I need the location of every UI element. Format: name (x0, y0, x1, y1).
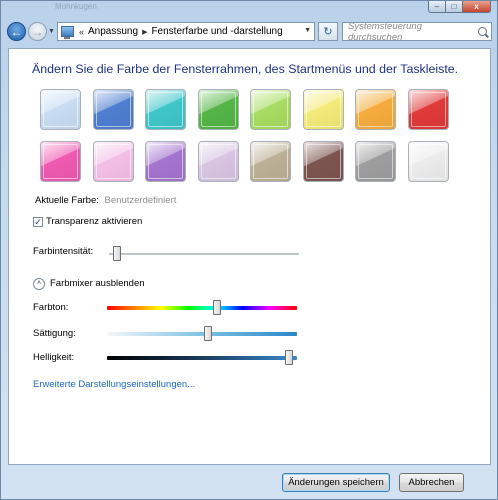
color-swatch-limone[interactable] (250, 89, 291, 130)
back-button[interactable]: ← (7, 22, 26, 41)
breadcrumb-item-anpassung[interactable]: Anpassung (88, 26, 138, 37)
brightness-slider-thumb[interactable] (285, 350, 294, 365)
address-dropdown-icon[interactable]: ▼ (304, 27, 311, 34)
color-swatch-taupe[interactable] (250, 141, 291, 182)
color-swatch-frost[interactable] (407, 141, 449, 182)
saturation-slider-track[interactable] (107, 332, 297, 336)
control-panel-window: Mohnkugen – □ x ← → ▼ « Anpassung ▶ Fens… (0, 0, 498, 500)
minimize-button[interactable]: – (428, 1, 446, 13)
brightness-slider-track[interactable] (107, 356, 297, 360)
search-icon[interactable] (478, 27, 487, 36)
hue-slider-track[interactable] (107, 306, 297, 310)
save-button[interactable]: Änderungen speichern (282, 473, 390, 492)
window-controls: – □ x (428, 1, 491, 14)
forward-button[interactable]: → (28, 22, 47, 41)
window-title: Mohnkugen (55, 2, 97, 11)
search-input[interactable]: Systemsteuerung durchsuchen (342, 20, 492, 43)
search-placeholder: Systemsteuerung durchsuchen (348, 20, 422, 43)
hue-slider-thumb[interactable] (213, 300, 222, 315)
color-swatch-fuchsie[interactable] (40, 141, 81, 182)
control-panel-icon (61, 26, 74, 39)
breadcrumb-arrow-icon[interactable]: ▶ (142, 28, 147, 36)
color-swatch-meer[interactable] (145, 89, 186, 130)
navigation-bar: ← → ▼ « Anpassung ▶ Fensterfarbe und -da… (1, 18, 497, 46)
color-swatch-ruby[interactable] (407, 89, 449, 130)
close-button[interactable]: x (463, 1, 491, 13)
current-color: Aktuelle Farbe: Benutzerdefiniert (35, 195, 176, 206)
intensity-slider-track[interactable] (109, 253, 299, 256)
address-bar[interactable]: « Anpassung ▶ Fensterfarbe und -darstell… (57, 22, 315, 41)
collapse-mixer-icon[interactable]: ˄ (33, 278, 45, 290)
transparency-checkbox[interactable]: ✓ (33, 217, 43, 227)
color-swatch-schiefer[interactable] (355, 141, 396, 182)
current-color-label: Aktuelle Farbe: (35, 195, 99, 206)
color-swatch-twilight[interactable] (92, 89, 134, 130)
intensity-label: Farbintensität: (33, 246, 94, 257)
breadcrumb-overflow[interactable]: « (79, 27, 84, 37)
brightness-label: Helligkeit: (33, 352, 75, 363)
refresh-button[interactable]: ↻ (318, 22, 338, 41)
recent-pages-dropdown[interactable]: ▼ (48, 28, 55, 35)
transparency-label[interactable]: Transparenz aktivieren (46, 216, 142, 227)
color-swatch-zitrone[interactable] (302, 89, 344, 130)
color-swatch-violett[interactable] (145, 141, 186, 182)
saturation-slider-thumb[interactable] (203, 326, 212, 341)
color-swatch-blush[interactable] (92, 141, 134, 182)
color-swatch-schokolade[interactable] (302, 141, 344, 182)
color-swatch-mandarine[interactable] (355, 89, 396, 130)
mixer-toggle-label[interactable]: Farbmixer ausblenden (50, 278, 145, 289)
advanced-settings-link[interactable]: Erweiterte Darstellungseinstellungen... (33, 379, 195, 390)
hue-label: Farbton: (33, 302, 69, 313)
page-title: Ändern Sie die Farbe der Fensterrahmen, … (32, 62, 459, 76)
title-bar: Mohnkugen – □ x (1, 1, 497, 15)
intensity-slider-thumb[interactable] (112, 246, 121, 261)
current-color-value: Benutzerdefiniert (104, 195, 177, 206)
breadcrumb-item-current[interactable]: Fensterfarbe und -darstellung (151, 26, 282, 37)
cancel-button[interactable]: Abbrechen (399, 473, 464, 492)
saturation-label: Sättigung: (33, 328, 76, 339)
color-swatch-himmel[interactable] (40, 89, 81, 130)
main-panel: Ändern Sie die Farbe der Fensterrahmen, … (8, 48, 491, 465)
maximize-button[interactable]: □ (446, 1, 463, 13)
color-swatch-blatt[interactable] (197, 89, 239, 130)
color-swatch-lavendel[interactable] (197, 141, 239, 182)
